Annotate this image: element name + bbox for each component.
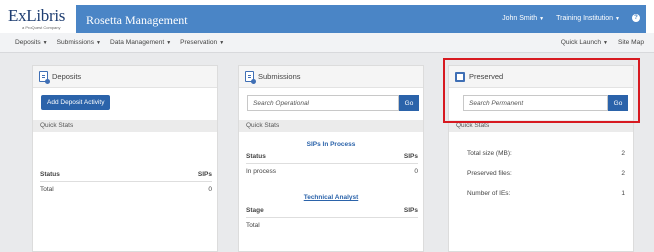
exlibris-logo[interactable]: ExLibris a ProQuest Company [8, 6, 72, 32]
highlight-box [443, 58, 640, 123]
table-row: In process 0 [246, 168, 418, 175]
row-value: 0 [414, 168, 418, 175]
go-button[interactable]: Go [399, 95, 419, 111]
table-row: Total 0 [40, 186, 212, 193]
stat-value: 2 [621, 170, 625, 177]
document-icon [39, 71, 50, 84]
deposits-panel: Deposits Add Deposit Activity Quick Stat… [32, 65, 218, 252]
col-status: Status [246, 153, 266, 160]
table-row: Total [246, 222, 418, 229]
stat-label: Number of IEs: [467, 190, 511, 197]
stat-row: Total size (MB): 2 [467, 150, 625, 157]
stat-value: 1 [621, 190, 625, 197]
technical-analyst-link[interactable]: Technical Analyst [239, 194, 423, 201]
logo-text: ExLibris [8, 6, 66, 25]
col-sips: SIPs [403, 207, 418, 214]
nav-submissions[interactable]: Submissions ▼ [57, 39, 101, 46]
user-menu-area: John Smith ▼ Training Institution ▼ ? [502, 14, 640, 22]
quick-stats-header: Quick Stats [33, 120, 217, 132]
chevron-down-icon: ▼ [42, 40, 48, 46]
institution-name: Training Institution [556, 14, 614, 22]
col-stage: Stage [246, 207, 264, 214]
search-operational-input[interactable] [247, 95, 399, 111]
col-sips: SIPs [197, 171, 212, 178]
stat-label: Total size (MB): [467, 150, 512, 157]
panel-title: Submissions [258, 72, 301, 81]
stat-value: 2 [621, 150, 625, 157]
row-label: In process [246, 168, 276, 175]
chevron-down-icon: ▼ [96, 40, 101, 46]
add-deposit-activity-button[interactable]: Add Deposit Activity [41, 95, 111, 110]
divider [246, 163, 418, 164]
user-menu[interactable]: John Smith ▼ [502, 15, 544, 22]
quick-launch-label: Quick Launch [560, 39, 602, 46]
table-header: Status SIPs [246, 153, 418, 160]
nav-label: Preservation [180, 39, 218, 46]
submissions-panel-header: Submissions [239, 66, 423, 88]
stat-row: Number of IEs: 1 [467, 190, 625, 197]
operational-search: Go [247, 95, 419, 111]
row-label: Total [40, 186, 54, 193]
document-icon [245, 71, 256, 84]
chevron-down-icon: ▼ [615, 15, 620, 22]
row-label: Total [246, 222, 260, 229]
nav-label: Deposits [15, 39, 41, 46]
nav-right: Quick Launch ▼ Site Map [561, 39, 644, 46]
col-sips: SIPs [403, 153, 418, 160]
nav-label: Data Management [109, 39, 165, 46]
logo-subtext: a ProQuest Company [22, 25, 61, 30]
panel-title: Deposits [52, 72, 82, 81]
nav-label: Submissions [56, 39, 94, 46]
row-value: 0 [208, 186, 212, 193]
submissions-panel: Submissions Go Quick Stats SIPs In Proce… [238, 65, 424, 252]
table-header: Stage SIPs [246, 207, 418, 214]
top-bar: ExLibris a ProQuest Company Rosetta Mana… [0, 0, 654, 33]
user-name: John Smith [502, 14, 538, 22]
question-icon[interactable]: ? [632, 14, 640, 22]
quick-stats-header: Quick Stats [239, 120, 423, 132]
stat-row: Preserved files: 2 [467, 170, 625, 177]
col-status: Status [40, 171, 60, 178]
chevron-down-icon: ▼ [539, 15, 545, 22]
sips-in-process-title[interactable]: SIPs In Process [239, 141, 423, 148]
divider [246, 217, 418, 218]
deposits-panel-header: Deposits [33, 66, 217, 88]
institution-menu[interactable]: Training Institution ▼ [556, 15, 620, 22]
app-title: Rosetta Management [86, 13, 188, 27]
nav-preservation[interactable]: Preservation ▼ [180, 39, 224, 46]
nav-data-management[interactable]: Data Management ▼ [110, 39, 171, 46]
chevron-down-icon: ▼ [603, 40, 608, 46]
quick-launch-menu[interactable]: Quick Launch ▼ [561, 39, 608, 46]
chevron-down-icon: ▼ [219, 40, 225, 46]
chevron-down-icon: ▼ [166, 40, 172, 46]
main-nav: Deposits ▼ Submissions ▼ Data Management ▼ … [0, 33, 654, 53]
table-header: Status SIPs [40, 171, 212, 178]
nav-deposits[interactable]: Deposits ▼ [15, 39, 48, 46]
site-map-link[interactable]: Site Map [618, 39, 644, 46]
stat-label: Preserved files: [467, 170, 512, 177]
brand-band: Rosetta Management John Smith ▼ Training … [76, 5, 646, 33]
divider [40, 181, 212, 182]
